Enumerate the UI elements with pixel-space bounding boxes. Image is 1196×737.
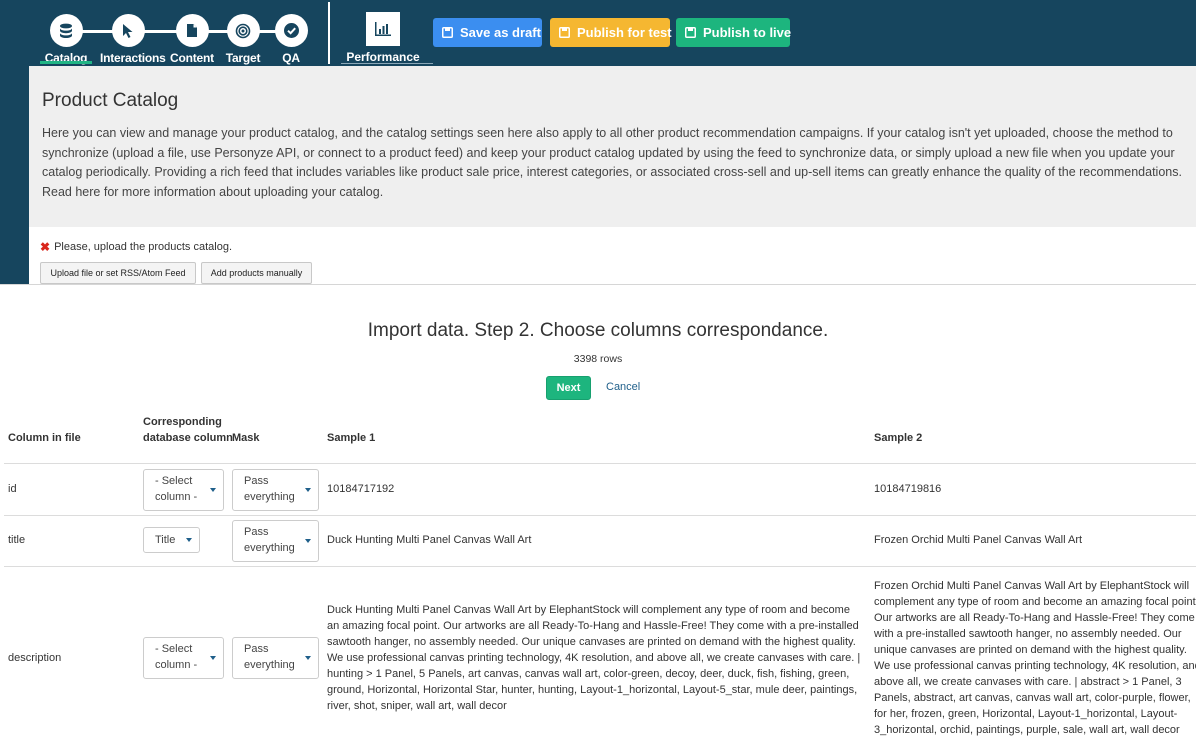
active-step-underline xyxy=(40,61,92,64)
dropdown-caret-icon xyxy=(210,656,216,660)
mask-select[interactable]: Pass everything xyxy=(232,637,319,679)
column-name: description xyxy=(8,652,62,664)
step-label: Content xyxy=(170,51,214,65)
performance-underline xyxy=(341,63,433,64)
dialog-title: Import data. Step 2. Choose columns corr… xyxy=(367,320,829,341)
database-column-select[interactable]: Title xyxy=(143,527,200,553)
rows-count: 3398 rows xyxy=(573,353,623,365)
campaign-step-nav: Catalog Interactions Content Target QA xyxy=(38,0,328,66)
import-data-dialog: Import data. Step 2. Choose columns corr… xyxy=(0,284,1196,737)
publish-to-live-label: Publish to live xyxy=(703,25,792,40)
table-row: title Title Pass everything Duck Hunting… xyxy=(4,516,1196,567)
target-icon xyxy=(226,14,260,47)
select-value: Pass everything xyxy=(244,526,295,554)
cursor-icon xyxy=(111,14,145,47)
catalog-upload-section: ✖ Please, upload the products catalog. U… xyxy=(29,227,1196,285)
header-sample-2: Sample 2 xyxy=(874,432,923,444)
top-navigation-bar: Catalog Interactions Content Target QA P… xyxy=(0,0,1196,66)
header-column-in-file: Column in file xyxy=(8,432,81,444)
left-sidebar-strip xyxy=(0,66,29,285)
nav-divider xyxy=(328,2,330,64)
dropdown-caret-icon xyxy=(305,488,311,492)
error-x-icon: ✖ xyxy=(40,240,51,254)
publish-for-test-button[interactable]: Publish for test xyxy=(550,18,672,47)
dropdown-caret-icon xyxy=(210,488,216,492)
database-column-select[interactable]: - Select column - xyxy=(143,469,224,511)
floppy-disk-icon xyxy=(559,27,570,38)
header-sample-1: Sample 1 xyxy=(327,432,376,444)
floppy-disk-icon xyxy=(442,27,453,38)
sample-1-value: Duck Hunting Multi Panel Canvas Wall Art xyxy=(327,534,532,546)
save-as-draft-button[interactable]: Save as draft xyxy=(433,18,542,47)
document-icon xyxy=(175,14,209,47)
next-button[interactable]: Next xyxy=(546,376,591,400)
step-catalog[interactable]: Catalog xyxy=(38,12,94,66)
dropdown-caret-icon xyxy=(305,656,311,660)
add-products-manually-button[interactable]: Add products manually xyxy=(201,262,312,284)
step-label: Interactions xyxy=(100,51,166,65)
page-title: Product Catalog xyxy=(42,90,179,111)
header-database-column: Corresponding database column xyxy=(143,416,233,444)
select-value: - Select column - xyxy=(155,475,198,503)
floppy-disk-icon xyxy=(685,27,696,38)
table-row: id - Select column - Pass everything 101… xyxy=(4,465,1196,516)
select-value: Pass everything xyxy=(244,475,295,503)
checkmark-icon xyxy=(274,14,308,47)
step-content[interactable]: Content xyxy=(164,12,220,66)
catalog-info-panel: Product Catalog Here you can view and ma… xyxy=(29,66,1196,227)
save-as-draft-label: Save as draft xyxy=(460,25,541,40)
table-row: description - Select column - Pass every… xyxy=(4,567,1196,737)
table-header: Column in file Corresponding database co… xyxy=(4,408,1196,464)
warning-text: Please, upload the products catalog. xyxy=(54,241,233,253)
sample-2-value: Frozen Orchid Multi Panel Canvas Wall Ar… xyxy=(874,580,1196,736)
step-interactions[interactable]: Interactions xyxy=(100,12,166,66)
catalog-description: Here you can view and manage your produc… xyxy=(42,126,1182,199)
dropdown-caret-icon xyxy=(305,539,311,543)
select-value: - Select column - xyxy=(155,643,198,671)
upload-warning: ✖ Please, upload the products catalog. xyxy=(40,240,232,254)
performance-tab[interactable]: Performance xyxy=(341,12,433,66)
column-name: id xyxy=(8,483,17,495)
sample-1-value: 10184717192 xyxy=(327,483,395,495)
sample-1-value: Duck Hunting Multi Panel Canvas Wall Art… xyxy=(327,604,861,712)
database-icon xyxy=(49,14,83,47)
select-value: Pass everything xyxy=(244,643,295,671)
select-value: Title xyxy=(155,534,176,546)
column-name: title xyxy=(8,534,26,546)
publish-to-live-button[interactable]: Publish to live xyxy=(676,18,792,47)
sample-2-value: 10184719816 xyxy=(874,483,942,495)
database-column-select[interactable]: - Select column - xyxy=(143,637,224,679)
step-label: QA xyxy=(282,51,300,65)
upload-file-button[interactable]: Upload file or set RSS/Atom Feed xyxy=(40,262,196,284)
bar-chart-icon xyxy=(366,12,400,46)
header-mask: Mask xyxy=(232,432,260,444)
cancel-link[interactable]: Cancel xyxy=(606,381,640,393)
mask-select[interactable]: Pass everything xyxy=(232,469,319,511)
performance-label: Performance xyxy=(346,50,420,64)
mask-select[interactable]: Pass everything xyxy=(232,520,319,562)
publish-for-test-label: Publish for test xyxy=(577,25,672,40)
step-qa[interactable]: QA xyxy=(263,12,319,66)
dropdown-caret-icon xyxy=(186,538,192,542)
sample-2-value: Frozen Orchid Multi Panel Canvas Wall Ar… xyxy=(874,534,1083,546)
